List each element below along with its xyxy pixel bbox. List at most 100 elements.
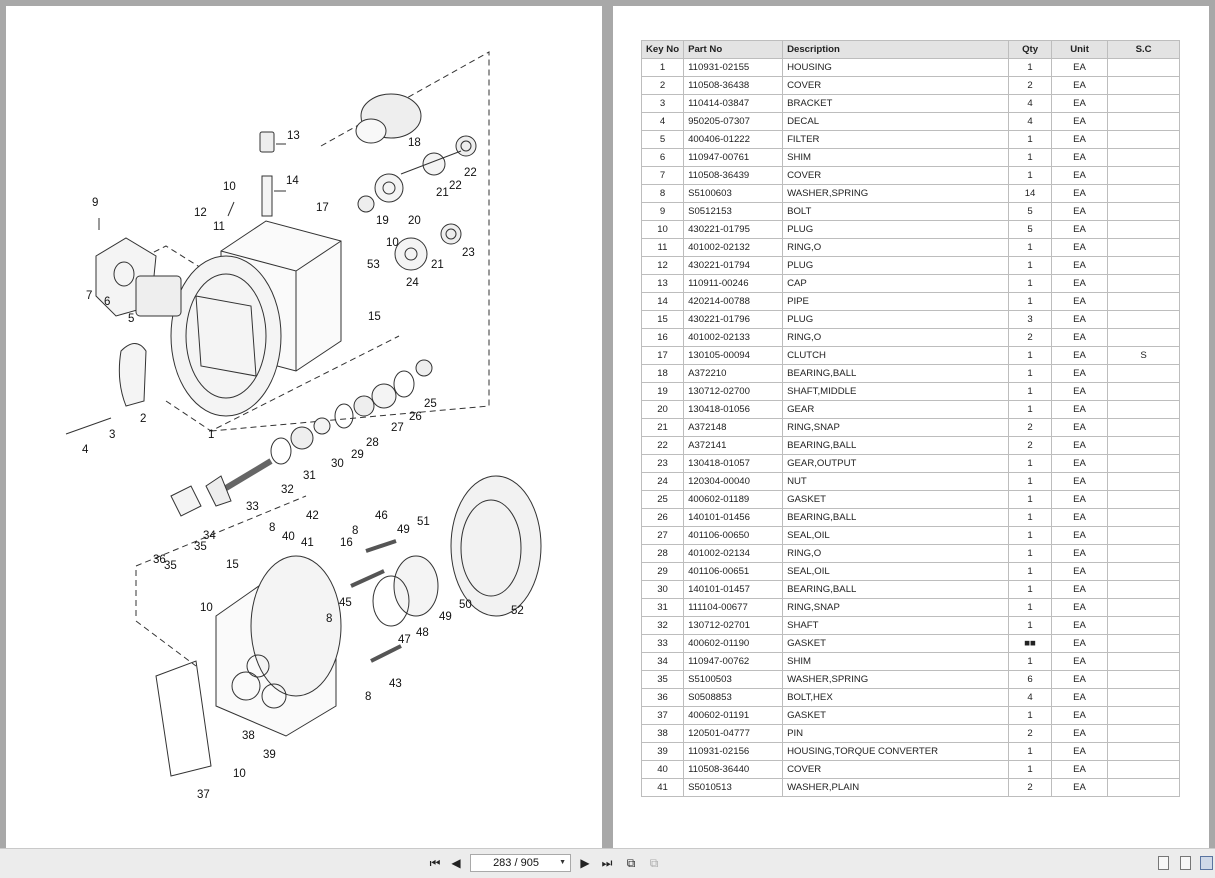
cell-part-no: 401002-02133 <box>683 328 784 347</box>
cell-part-no: 400602-01191 <box>683 706 784 725</box>
single-page-view-icon[interactable] <box>1158 856 1169 870</box>
cell-key-no: 25 <box>640 490 685 509</box>
cell-unit: EA <box>1051 490 1109 509</box>
cell-description: RING,O <box>782 328 1010 347</box>
continuous-view-icon[interactable] <box>1180 856 1191 870</box>
cell-sc: S <box>1107 346 1181 365</box>
cell-qty: 6 <box>1008 670 1053 689</box>
cell-qty: 1 <box>1008 526 1053 545</box>
cell-key-no: 10 <box>640 220 685 239</box>
table-row: 27 401106-00650 SEAL,OIL 1 EA <box>640 526 1181 545</box>
cell-unit: EA <box>1051 202 1109 221</box>
cell-part-no: 400602-01189 <box>683 490 784 509</box>
table-row: 39 110931-02156 HOUSING,TORQUE CONVERTER 1 E… <box>640 742 1181 761</box>
next-page-icon[interactable]: ▶ <box>576 855 594 871</box>
callout-label: 28 <box>366 437 379 449</box>
cell-part-no: 950205-07307 <box>683 112 784 131</box>
first-page-icon[interactable]: ⏮ <box>426 855 444 871</box>
cell-qty: 1 <box>1008 166 1053 185</box>
callout-label: 33 <box>246 501 259 513</box>
cell-unit: EA <box>1051 148 1109 167</box>
cell-qty: 1 <box>1008 364 1053 383</box>
cell-description: RING,SNAP <box>782 598 1010 617</box>
callout-label: 18 <box>408 137 421 149</box>
cell-unit: EA <box>1051 256 1109 275</box>
table-row: 7 110508-36439 COVER 1 EA <box>640 166 1181 185</box>
cell-unit: EA <box>1051 670 1109 689</box>
cell-sc <box>1107 112 1181 131</box>
cell-part-no: 420214-00788 <box>683 292 784 311</box>
cell-part-no: 110508-36439 <box>683 166 784 185</box>
two-page-view-icon[interactable] <box>1200 856 1213 870</box>
cell-description: WASHER,SPRING <box>782 184 1010 203</box>
table-row: 15 430221-01796 PLUG 3 EA <box>640 310 1181 329</box>
cell-unit: EA <box>1051 112 1109 131</box>
callout-label: 12 <box>194 207 207 219</box>
cell-key-no: 16 <box>640 328 685 347</box>
cell-description: PLUG <box>782 220 1010 239</box>
callout-label: 15 <box>226 559 239 571</box>
cell-qty: 1 <box>1008 580 1053 599</box>
callout-label: 8 <box>352 525 358 537</box>
cell-key-no: 33 <box>640 634 685 653</box>
cell-key-no: 36 <box>640 688 685 707</box>
cell-qty: 1 <box>1008 562 1053 581</box>
col-header-sc: S.C <box>1107 40 1181 59</box>
cell-qty: 1 <box>1008 598 1053 617</box>
cell-qty: 4 <box>1008 94 1053 113</box>
cell-qty: 1 <box>1008 256 1053 275</box>
cell-sc <box>1107 256 1181 275</box>
cell-unit: EA <box>1051 292 1109 311</box>
table-row: 25 400602-01189 GASKET 1 EA <box>640 490 1181 509</box>
cell-part-no: 110931-02156 <box>683 742 784 761</box>
cell-qty: 1 <box>1008 292 1053 311</box>
cell-sc <box>1107 292 1181 311</box>
callout-label: 3 <box>109 429 115 441</box>
cell-description: DECAL <box>782 112 1010 131</box>
cell-part-no: 110508-36440 <box>683 760 784 779</box>
page-number-input[interactable]: 283 / 905 ▼ <box>470 854 571 872</box>
cell-unit: EA <box>1051 652 1109 671</box>
cell-sc <box>1107 166 1181 185</box>
cell-unit: EA <box>1051 706 1109 725</box>
callout-label: 41 <box>301 537 314 549</box>
cell-qty: 2 <box>1008 778 1053 797</box>
cell-key-no: 28 <box>640 544 685 563</box>
table-row: 14 420214-00788 PIPE 1 EA <box>640 292 1181 311</box>
cell-unit: EA <box>1051 544 1109 563</box>
cell-sc <box>1107 148 1181 167</box>
cell-sc <box>1107 544 1181 563</box>
cell-key-no: 21 <box>640 418 685 437</box>
table-row: 21 A372148 RING,SNAP 2 EA <box>640 418 1181 437</box>
chevron-down-icon: ▼ <box>559 859 566 866</box>
cell-qty: 1 <box>1008 652 1053 671</box>
table-row: 12 430221-01794 PLUG 1 EA <box>640 256 1181 275</box>
callout-label: 47 <box>398 634 411 646</box>
table-row: 38 120501-04777 PIN 2 EA <box>640 724 1181 743</box>
cell-qty: 5 <box>1008 220 1053 239</box>
cell-description: HOUSING <box>782 58 1010 77</box>
cell-qty: 1 <box>1008 616 1053 635</box>
cell-unit: EA <box>1051 454 1109 473</box>
table-row: 17 130105-00094 CLUTCH 1 EA S <box>640 346 1181 365</box>
fit-icon[interactable]: ⧉ <box>645 855 663 871</box>
cell-part-no: 400406-01222 <box>683 130 784 149</box>
cell-sc <box>1107 778 1181 797</box>
cell-unit: EA <box>1051 742 1109 761</box>
callout-label: 48 <box>416 627 429 639</box>
cell-description: BRACKET <box>782 94 1010 113</box>
cell-qty: 3 <box>1008 310 1053 329</box>
cell-unit: EA <box>1051 778 1109 797</box>
prev-page-icon[interactable]: ◀ <box>447 855 465 871</box>
table-row: 40 110508-36440 COVER 1 EA <box>640 760 1181 779</box>
cell-qty: 2 <box>1008 76 1053 95</box>
cell-key-no: 35 <box>640 670 685 689</box>
rotate-icon[interactable]: ⧉ <box>622 855 640 871</box>
table-row: 13 110911-00246 CAP 1 EA <box>640 274 1181 293</box>
callout-label: 21 <box>436 187 449 199</box>
cell-qty: 1 <box>1008 472 1053 491</box>
cell-description: PIN <box>782 724 1010 743</box>
last-page-icon[interactable]: ⏭ <box>598 855 616 871</box>
table-row: 24 120304-00040 NUT 1 EA <box>640 472 1181 491</box>
cell-key-no: 20 <box>640 400 685 419</box>
